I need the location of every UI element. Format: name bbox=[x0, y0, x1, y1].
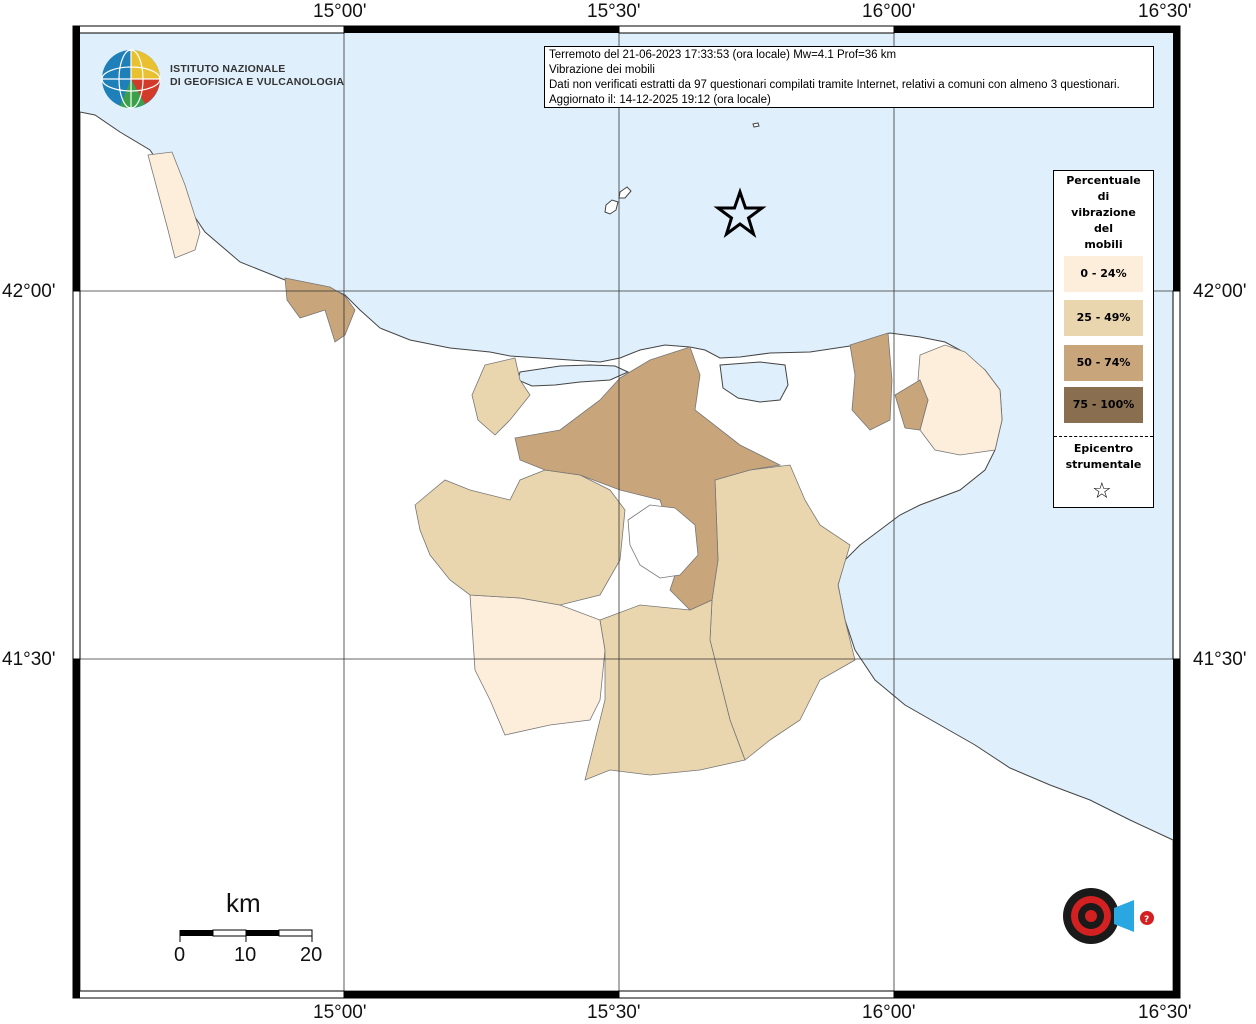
data-note: Dati non verificati estratti da 97 quest… bbox=[549, 79, 1120, 91]
legend-title: Percentuale di vibrazione del mobili bbox=[1054, 171, 1153, 253]
scale-tick-10: 10 bbox=[234, 944, 257, 966]
legend-title-line: vibrazione bbox=[1071, 206, 1136, 219]
legend: Percentuale di vibrazione del mobili 0 -… bbox=[1053, 170, 1154, 508]
institute-line-1: ISTITUTO NAZIONALE bbox=[170, 63, 286, 75]
legend-epicenter-line: strumentale bbox=[1065, 458, 1142, 471]
haisentito-logo-icon: ? bbox=[1063, 888, 1154, 944]
event-info-box: Terremoto del 21-06-2023 17:33:53 (ora l… bbox=[544, 46, 1154, 108]
update-timestamp: Aggiornato il: 14-12-2025 19:12 (ora loc… bbox=[549, 94, 771, 106]
lon-label-bottom-1600: 16°00' bbox=[862, 1002, 916, 1023]
legend-separator bbox=[1054, 436, 1153, 437]
lon-label-bottom-1500: 15°00' bbox=[313, 1002, 367, 1023]
event-description: Terremoto del 21-06-2023 17:33:53 (ora l… bbox=[549, 49, 897, 61]
lat-label-right-4200: 42°00' bbox=[1193, 281, 1247, 302]
legend-title-line: Percentuale bbox=[1066, 174, 1141, 187]
lat-label-right-4130: 41°30' bbox=[1193, 649, 1247, 670]
scale-tick-20: 20 bbox=[300, 944, 323, 966]
scale-unit: km bbox=[226, 888, 261, 918]
map-theme: Vibrazione dei mobili bbox=[549, 64, 655, 76]
legend-class-75-100: 75 - 100% bbox=[1064, 387, 1143, 423]
pianosa-island bbox=[752, 122, 760, 128]
legend-epicenter-line: Epicentro bbox=[1073, 442, 1134, 455]
legend-class-25-49: 25 - 49% bbox=[1064, 300, 1143, 336]
legend-star-icon: ☆ bbox=[1092, 479, 1112, 504]
scale-tick-0: 0 bbox=[174, 944, 186, 966]
lon-label-top-1530: 15°30' bbox=[587, 1, 641, 22]
lon-label-bottom-1630: 16°30' bbox=[1138, 1002, 1192, 1023]
svg-text:?: ? bbox=[1144, 915, 1149, 925]
legend-title-line: di bbox=[1097, 190, 1110, 203]
ingv-globe-icon bbox=[101, 49, 161, 109]
lon-label-top-1600: 16°00' bbox=[862, 1, 916, 22]
ingv-logo-text: ISTITUTO NAZIONALE DI GEOFISICA E VULCAN… bbox=[170, 63, 344, 89]
haisentito-logo[interactable]: ? bbox=[1036, 858, 1170, 984]
lon-label-top-1500: 15°00' bbox=[313, 1, 367, 22]
lat-label-left-4130: 41°30' bbox=[2, 649, 56, 670]
lat-label-left-4200: 42°00' bbox=[2, 281, 56, 302]
lon-label-top-1630: 16°30' bbox=[1138, 1, 1192, 22]
legend-title-line: del bbox=[1093, 222, 1114, 235]
lon-label-bottom-1530: 15°30' bbox=[587, 1002, 641, 1023]
legend-title-line: mobili bbox=[1084, 238, 1123, 251]
legend-epicenter-label: Epicentro strumentale bbox=[1054, 441, 1153, 473]
legend-class-0-24: 0 - 24% bbox=[1064, 256, 1143, 292]
legend-class-50-74: 50 - 74% bbox=[1064, 345, 1143, 381]
institute-line-2: DI GEOFISICA E VULCANOLOGIA bbox=[170, 76, 345, 88]
